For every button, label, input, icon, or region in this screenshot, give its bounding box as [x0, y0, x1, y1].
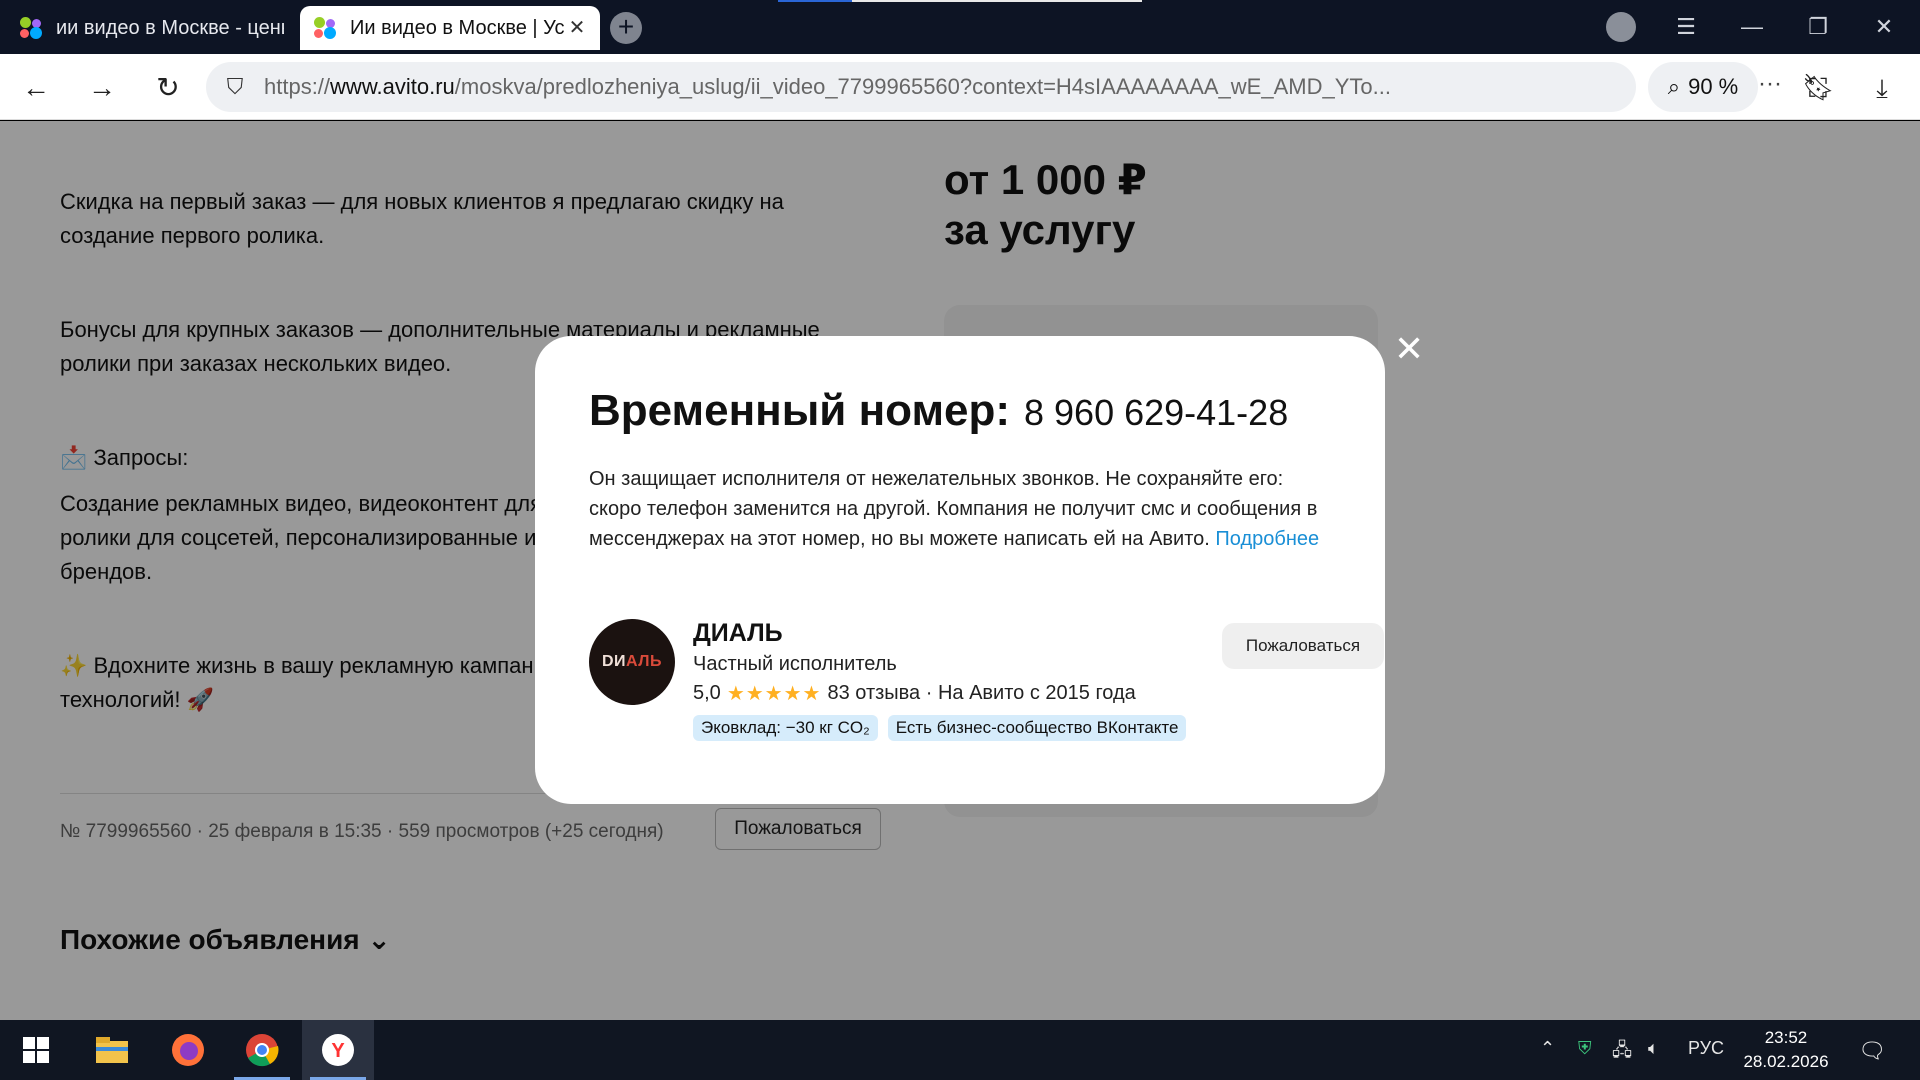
seller-avatar[interactable]: DИАЛЬ — [589, 619, 675, 705]
clock[interactable]: 23:52 28.02.2026 — [1740, 1026, 1832, 1074]
tab-title: Ии видео в Москве | Ус — [350, 16, 565, 39]
network-icon[interactable]: 🖧︎ — [1612, 1038, 1632, 1068]
avito-favicon-icon — [312, 15, 338, 41]
modal-title: Временный номер: 8 960 629-41-28 — [589, 386, 1331, 436]
modal-title-label: Временный номер: — [589, 386, 1010, 435]
seller-badges: Эковклад: −30 кг CO₂ Есть бизнес-сообщес… — [693, 715, 1187, 741]
restore-icon[interactable]: ❐ — [1800, 10, 1836, 44]
defender-shield-icon[interactable]: ⛨ — [1578, 1038, 1592, 1059]
new-tab-button[interactable]: + — [610, 12, 642, 44]
more-info-link[interactable]: Подробнее — [1215, 528, 1319, 550]
extensions-icon[interactable]: ⛶ — [1798, 68, 1838, 108]
language-indicator[interactable]: РУС — [1688, 1038, 1724, 1059]
notifications-icon[interactable]: 🗨︎ — [1858, 1038, 1886, 1064]
tab-inactive[interactable]: ии видео в Москве - цены — [6, 6, 296, 50]
tab-close-icon[interactable]: ✕ — [566, 17, 588, 39]
phone-number[interactable]: 8 960 629-41-28 — [1024, 392, 1288, 434]
clock-time: 23:52 — [1764, 1028, 1808, 1047]
back-arrow-icon[interactable]: ← — [16, 68, 56, 108]
zoom-level: 90 % — [1688, 74, 1739, 99]
page-load-progress — [778, 0, 1142, 2]
windows-logo-icon — [23, 1037, 49, 1063]
temporary-number-modal: Временный номер: 8 960 629-41-28 Он защи… — [535, 336, 1385, 804]
modal-description: Он защищает исполнителя от нежелательных… — [589, 468, 1320, 550]
window-close-icon[interactable]: ✕ — [1866, 10, 1902, 44]
tab-title: ии видео в Москве - цены — [56, 16, 284, 39]
browser-tab-strip: ии видео в Москве - цены Ии видео в Моск… — [0, 0, 1920, 54]
firefox-icon[interactable] — [152, 1020, 224, 1080]
shield-icon[interactable]: ⛉ — [220, 72, 250, 102]
search-icon: ⌕ — [1667, 74, 1681, 99]
browser-toolbar: ← → ↻ ⛉ https://www.avito.ru/moskva/pred… — [0, 54, 1920, 120]
chrome-icon[interactable] — [226, 1020, 298, 1080]
download-icon[interactable]: ⤓ — [1862, 68, 1902, 108]
zoom-indicator[interactable]: ⌕ 90 % — [1648, 62, 1758, 112]
more-dots-icon[interactable]: ··· — [1758, 70, 1782, 98]
url-text[interactable]: https://www.avito.ru/moskva/predlozheniy… — [264, 74, 1544, 100]
seller-rating: 5,0 ★★★★★ 83 отзыва · На Авито с 2015 го… — [693, 681, 1136, 706]
volume-icon[interactable]: 🔈︎ — [1648, 1038, 1659, 1059]
seller-name[interactable]: ДИАЛЬ — [693, 619, 783, 648]
star-icon: ★★★★★ — [726, 683, 822, 705]
avito-favicon-icon — [18, 15, 44, 41]
clock-date: 28.02.2026 — [1743, 1052, 1829, 1071]
reload-icon[interactable]: ↻ — [148, 68, 188, 108]
report-seller-button[interactable]: Пожаловаться — [1222, 623, 1384, 669]
eco-badge[interactable]: Эковклад: −30 кг CO₂ — [693, 715, 878, 741]
tab-active[interactable]: Ии видео в Москве | Ус ✕ — [300, 6, 600, 50]
modal-close-icon[interactable]: ✕ — [1394, 331, 1424, 367]
minimize-icon[interactable]: — — [1734, 10, 1770, 44]
reviews-count[interactable]: 83 отзыва · На Авито с 2015 года — [827, 682, 1135, 705]
rating-value: 5,0 — [693, 682, 721, 704]
svg-text:Y: Y — [331, 1040, 345, 1062]
file-explorer-icon[interactable] — [76, 1020, 148, 1080]
seller-info: DИАЛЬ ДИАЛЬ Частный исполнитель 5,0 ★★★★… — [589, 619, 1384, 741]
tray-expand-icon[interactable]: ⌃ — [1540, 1038, 1555, 1059]
menu-icon[interactable]: ☰ — [1668, 10, 1704, 44]
address-bar[interactable]: ⛉ https://www.avito.ru/moskva/predlozhen… — [206, 62, 1835, 112]
profile-avatar-icon[interactable] — [1606, 12, 1636, 42]
seller-type: Частный исполнитель — [693, 653, 897, 675]
yandex-browser-icon[interactable]: Y — [302, 1020, 374, 1080]
start-button[interactable] — [0, 1020, 72, 1080]
vk-community-badge[interactable]: Есть бизнес-сообщество ВКонтакте — [887, 715, 1187, 741]
windows-taskbar: Y ⌃ ⛨ 🖧︎ 🔈︎ РУС 23:52 28.02.2026 🗨︎ — [0, 1020, 1920, 1080]
forward-arrow-icon[interactable]: → — [82, 68, 122, 108]
